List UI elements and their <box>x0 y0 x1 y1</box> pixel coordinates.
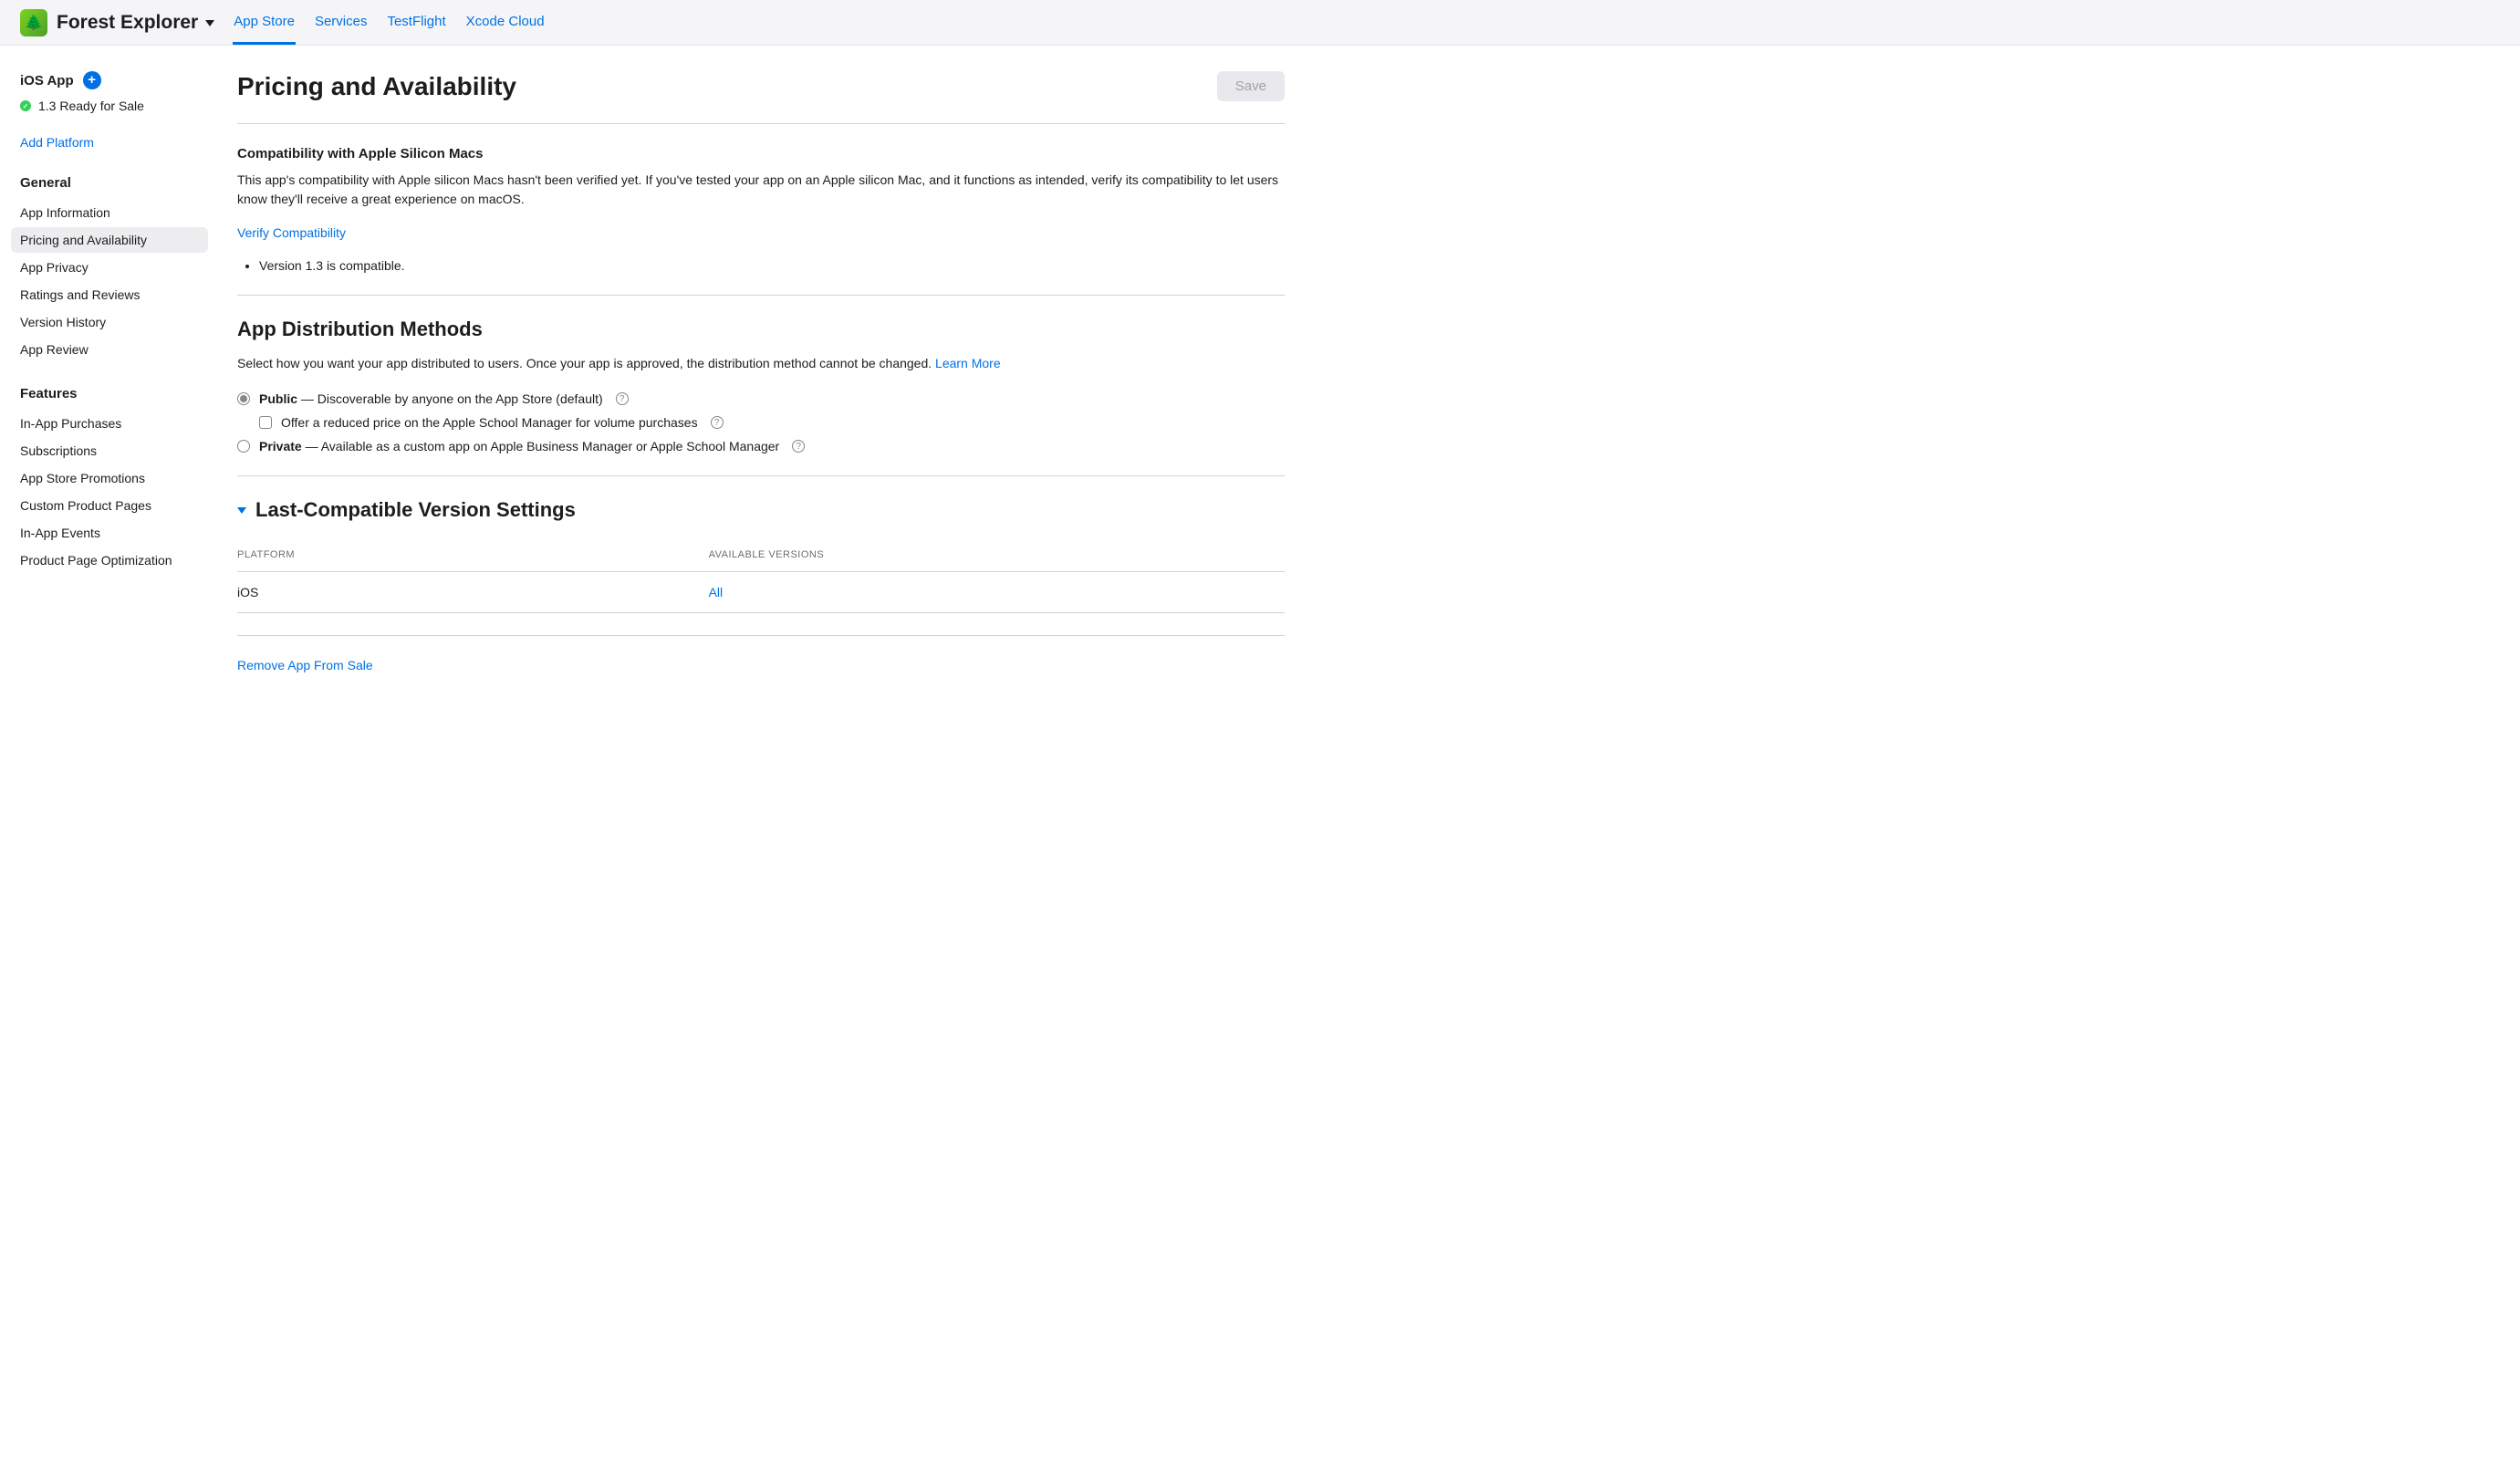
divider <box>237 635 1285 636</box>
col-platform: PLATFORM <box>237 538 709 572</box>
status-text: 1.3 Ready for Sale <box>38 99 144 113</box>
last-compat-table: PLATFORM AVAILABLE VERSIONS iOS All <box>237 538 1285 613</box>
platform-header: iOS App + <box>20 71 215 89</box>
last-compat-heading: Last-Compatible Version Settings <box>255 498 576 522</box>
sidebar-item-app-privacy[interactable]: App Privacy <box>11 255 208 280</box>
table-row: iOS All <box>237 572 1285 613</box>
collapsible-header[interactable]: Last-Compatible Version Settings <box>237 498 1285 522</box>
app-name: Forest Explorer <box>57 12 198 34</box>
compat-bullets: Version 1.3 is compatible. <box>259 258 1285 273</box>
help-icon[interactable]: ? <box>792 440 805 453</box>
cell-platform: iOS <box>237 572 709 613</box>
learn-more-link[interactable]: Learn More <box>935 356 1001 370</box>
save-button[interactable]: Save <box>1217 71 1285 101</box>
last-compat-section: Last-Compatible Version Settings PLATFOR… <box>237 498 1285 613</box>
divider <box>237 295 1285 296</box>
distribution-body-text: Select how you want your app distributed… <box>237 356 935 370</box>
top-header: 🌲 Forest Explorer App Store Services Tes… <box>0 0 2520 46</box>
cell-versions-link[interactable]: All <box>709 572 1285 613</box>
sidebar-item-version-history[interactable]: Version History <box>11 309 208 335</box>
divider <box>237 123 1285 124</box>
app-switcher-chevron-icon[interactable] <box>205 20 214 26</box>
sidebar-item-custom-pages[interactable]: Custom Product Pages <box>11 493 208 518</box>
divider <box>237 475 1285 476</box>
tab-testflight[interactable]: TestFlight <box>386 0 446 45</box>
sidebar-item-page-optimization[interactable]: Product Page Optimization <box>11 547 208 573</box>
sidebar-group-title: Features <box>20 386 215 401</box>
help-icon[interactable]: ? <box>616 392 629 405</box>
checkbox-reduced-price[interactable] <box>259 416 272 429</box>
distribution-options: Public — Discoverable by anyone on the A… <box>237 391 1285 453</box>
sidebar-group-features: Features In-App Purchases Subscriptions … <box>20 386 215 573</box>
checkbox-row-reduced[interactable]: Offer a reduced price on the Apple Schoo… <box>259 415 1285 430</box>
status-row[interactable]: ✓ 1.3 Ready for Sale <box>20 99 215 113</box>
radio-row-public[interactable]: Public — Discoverable by anyone on the A… <box>237 391 1285 406</box>
radio-public[interactable] <box>237 392 250 405</box>
app-icon: 🌲 <box>20 9 47 36</box>
add-version-button[interactable]: + <box>83 71 101 89</box>
sidebar: iOS App + ✓ 1.3 Ready for Sale Add Platf… <box>0 46 215 729</box>
compat-section: Compatibility with Apple Silicon Macs Th… <box>237 146 1285 273</box>
verify-compat-link[interactable]: Verify Compatibility <box>237 225 346 240</box>
sidebar-item-pricing-availability[interactable]: Pricing and Availability <box>11 227 208 253</box>
distribution-section: App Distribution Methods Select how you … <box>237 318 1285 453</box>
main-content: Pricing and Availability Save Compatibil… <box>215 46 1310 729</box>
chevron-down-icon[interactable] <box>237 507 246 514</box>
radio-private-label: Private — Available as a custom app on A… <box>259 439 779 453</box>
distribution-body: Select how you want your app distributed… <box>237 354 1285 373</box>
sidebar-item-inapp-events[interactable]: In-App Events <box>11 520 208 546</box>
radio-private[interactable] <box>237 440 250 453</box>
compat-heading: Compatibility with Apple Silicon Macs <box>237 146 1285 162</box>
tab-xcode-cloud[interactable]: Xcode Cloud <box>465 0 546 45</box>
tab-app-store[interactable]: App Store <box>233 0 296 45</box>
sidebar-item-app-information[interactable]: App Information <box>11 200 208 225</box>
tab-services[interactable]: Services <box>314 0 369 45</box>
status-ready-icon: ✓ <box>20 100 31 111</box>
platform-title: iOS App <box>20 73 74 89</box>
sidebar-item-subscriptions[interactable]: Subscriptions <box>11 438 208 464</box>
remove-from-sale-link[interactable]: Remove App From Sale <box>237 658 373 672</box>
distribution-heading: App Distribution Methods <box>237 318 1285 341</box>
col-versions: AVAILABLE VERSIONS <box>709 538 1285 572</box>
sidebar-item-iap[interactable]: In-App Purchases <box>11 411 208 436</box>
radio-public-label: Public — Discoverable by anyone on the A… <box>259 391 603 406</box>
add-platform-link[interactable]: Add Platform <box>20 135 215 150</box>
sidebar-group-title: General <box>20 175 215 191</box>
sidebar-item-ratings-reviews[interactable]: Ratings and Reviews <box>11 282 208 307</box>
page-title: Pricing and Availability <box>237 72 516 101</box>
sidebar-item-app-review[interactable]: App Review <box>11 337 208 362</box>
page-header: Pricing and Availability Save <box>237 71 1285 101</box>
sidebar-group-general: General App Information Pricing and Avai… <box>20 175 215 362</box>
compat-body: This app's compatibility with Apple sili… <box>237 171 1285 209</box>
compat-bullet: Version 1.3 is compatible. <box>259 258 1285 273</box>
radio-row-private[interactable]: Private — Available as a custom app on A… <box>237 439 1285 453</box>
help-icon[interactable]: ? <box>711 416 724 429</box>
checkbox-reduced-label: Offer a reduced price on the Apple Schoo… <box>281 415 698 430</box>
sidebar-item-promotions[interactable]: App Store Promotions <box>11 465 208 491</box>
top-tabs: App Store Services TestFlight Xcode Clou… <box>233 0 545 45</box>
